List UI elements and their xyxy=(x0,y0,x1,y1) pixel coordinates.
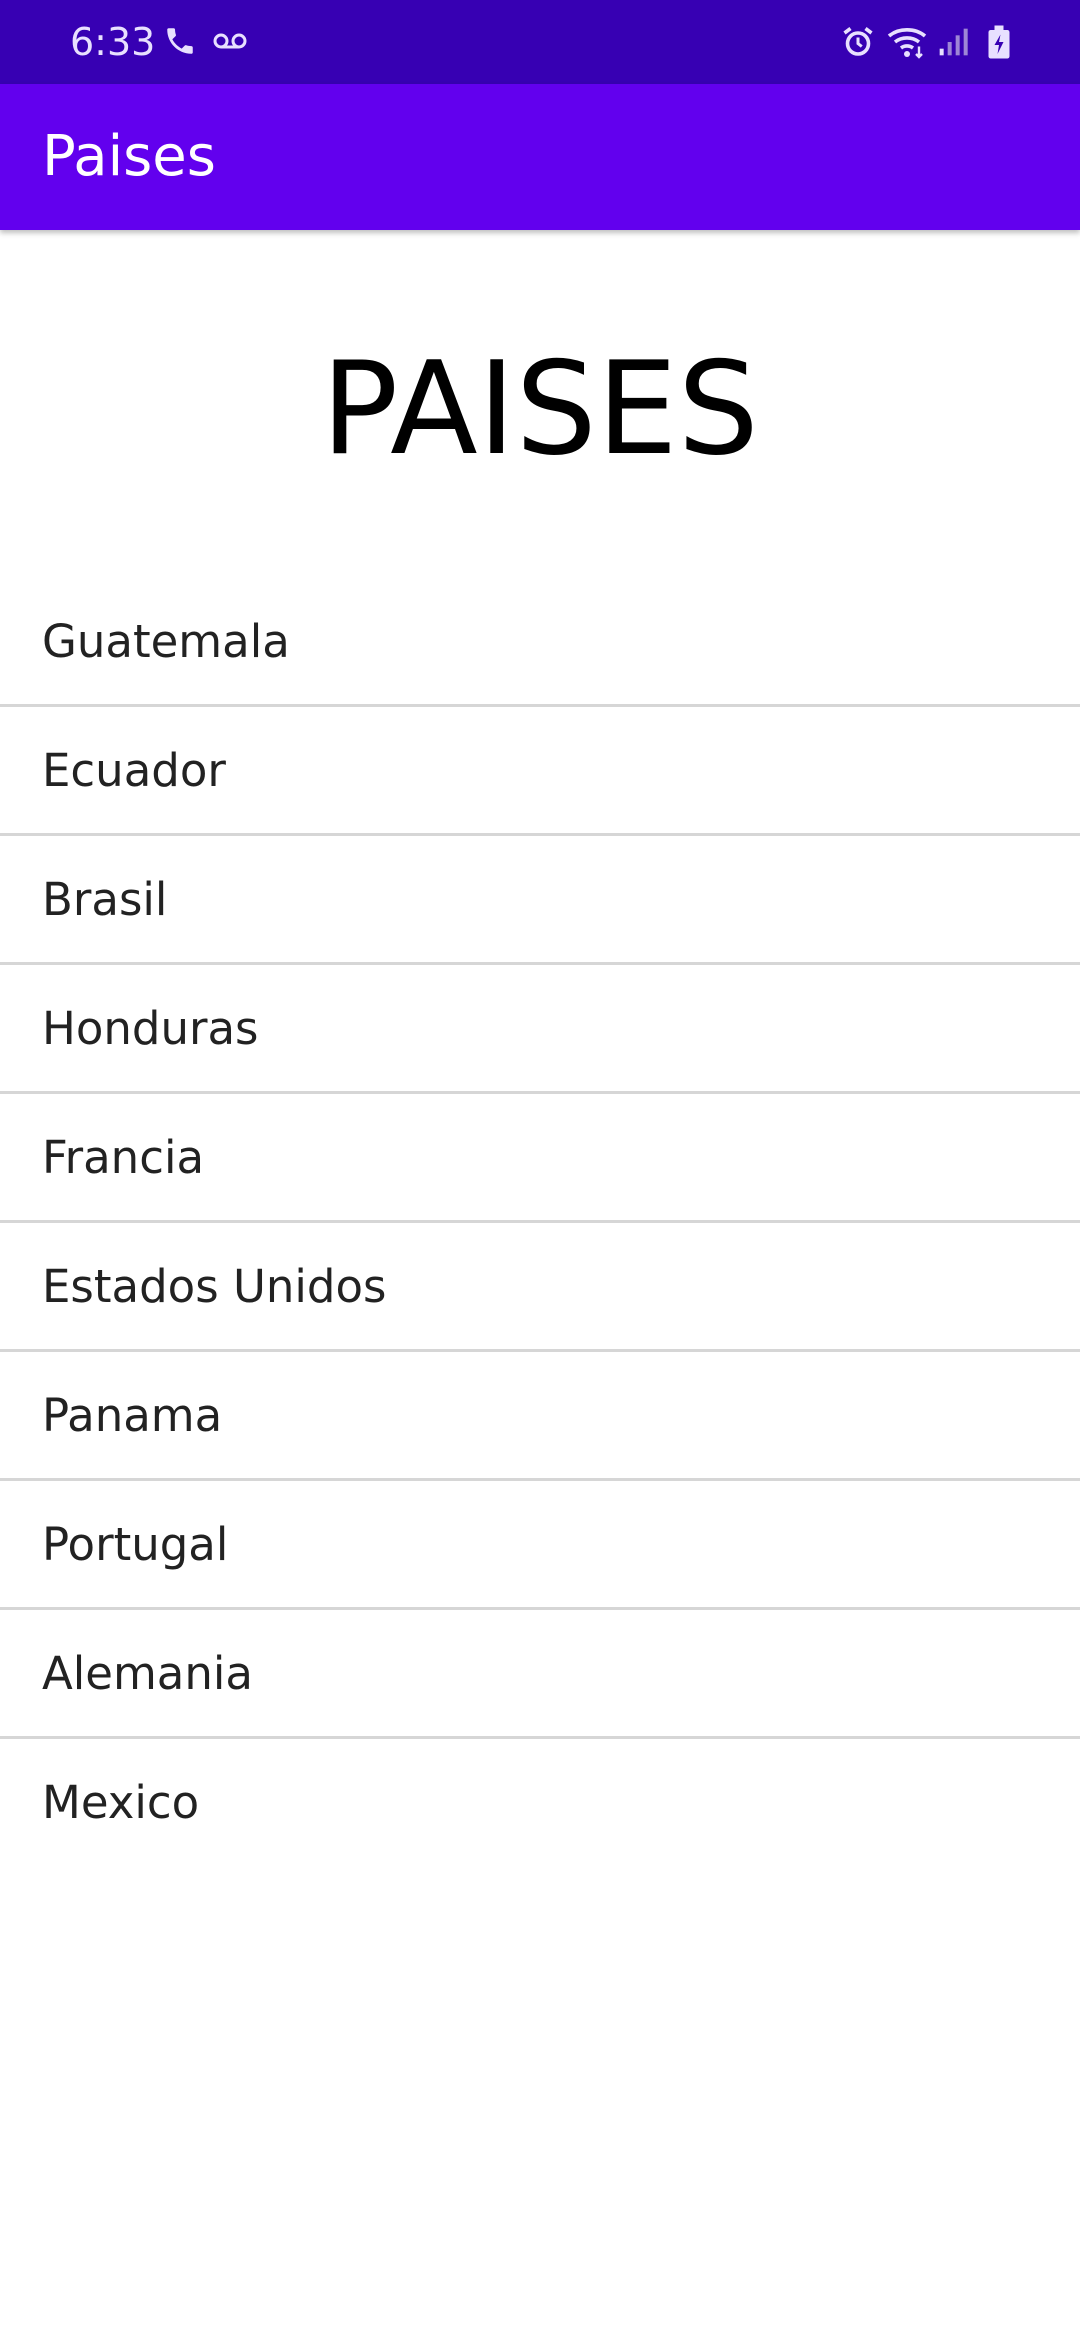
list-item-country[interactable]: Estados Unidos xyxy=(0,1223,1080,1352)
country-label: Portugal xyxy=(42,1518,229,1571)
page-heading: PAISES xyxy=(321,335,759,484)
country-label: Francia xyxy=(42,1131,205,1184)
country-label: Guatemala xyxy=(42,615,290,668)
country-label: Honduras xyxy=(42,1002,259,1055)
app-bar: Paises xyxy=(0,84,1080,230)
country-label: Ecuador xyxy=(42,744,226,797)
status-bar: 6:33 xyxy=(0,0,1080,84)
list-item-country[interactable]: Ecuador xyxy=(0,707,1080,836)
country-label: Brasil xyxy=(42,873,168,926)
app-bar-title: Paises xyxy=(42,124,216,189)
list-item-country[interactable]: Alemania xyxy=(0,1610,1080,1739)
list-item-country[interactable]: Guatemala xyxy=(0,578,1080,707)
list-item-country[interactable]: Panama xyxy=(0,1352,1080,1481)
list-item-country[interactable]: Brasil xyxy=(0,836,1080,965)
battery-charging-icon xyxy=(988,25,1010,59)
phone-icon xyxy=(167,28,193,54)
list-item-country[interactable]: Honduras xyxy=(0,965,1080,1094)
list-item-country[interactable]: Mexico xyxy=(0,1739,1080,1868)
list-item-country[interactable]: Francia xyxy=(0,1094,1080,1223)
country-label: Panama xyxy=(42,1389,223,1442)
wifi-icon xyxy=(887,28,927,59)
signal-icon xyxy=(939,28,968,56)
list-item-country[interactable]: Portugal xyxy=(0,1481,1080,1610)
country-label: Alemania xyxy=(42,1647,253,1700)
country-list: Guatemala Ecuador Brasil Honduras Franci… xyxy=(0,578,1080,1868)
alarm-icon xyxy=(843,27,873,56)
country-label: Estados Unidos xyxy=(42,1260,387,1313)
voicemail-icon xyxy=(213,33,247,49)
status-time: 6:33 xyxy=(70,20,156,64)
country-label: Mexico xyxy=(42,1776,200,1829)
